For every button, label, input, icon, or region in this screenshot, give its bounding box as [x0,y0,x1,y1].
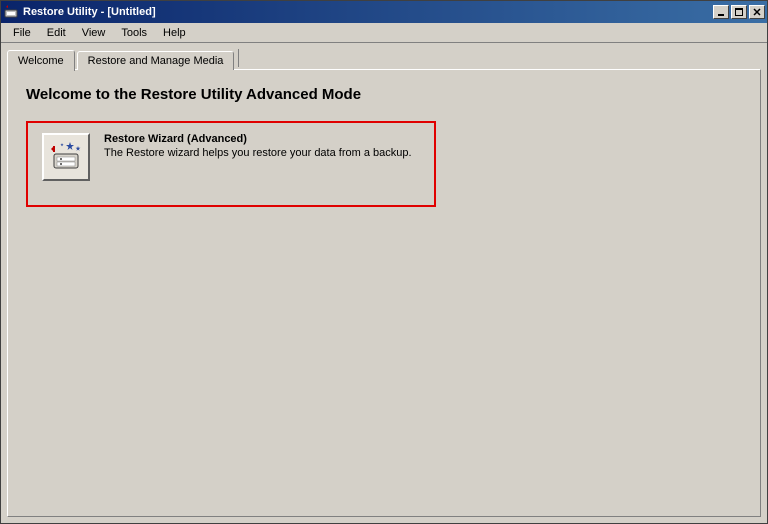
restore-wizard-icon [48,138,84,177]
menu-file[interactable]: File [5,25,39,41]
tab-panel-welcome: Welcome to the Restore Utility Advanced … [7,69,761,517]
tabstrip: Welcome Restore and Manage Media [7,47,761,69]
tab-restore-manage-media[interactable]: Restore and Manage Media [77,51,235,70]
menu-help[interactable]: Help [155,25,194,41]
close-button[interactable] [749,5,765,19]
menu-edit[interactable]: Edit [39,25,74,41]
wizard-description: The Restore wizard helps you restore you… [104,147,420,159]
highlight-annotation: Restore Wizard (Advanced) The Restore wi… [26,121,436,207]
app-icon [3,4,19,20]
titlebar: Restore Utility - [Untitled] [1,1,767,23]
page-heading: Welcome to the Restore Utility Advanced … [26,86,742,103]
tab-separator [238,49,239,67]
wizard-text-block: Restore Wizard (Advanced) The Restore wi… [104,133,420,159]
client-area: Welcome Restore and Manage Media Welcome… [1,43,767,523]
menu-tools[interactable]: Tools [113,25,155,41]
app-window: Restore Utility - [Untitled] File Edit V… [0,0,768,524]
minimize-button[interactable] [713,5,729,19]
maximize-button[interactable] [731,5,747,19]
tab-welcome[interactable]: Welcome [7,50,75,71]
window-controls [713,5,765,19]
menu-view[interactable]: View [74,25,114,41]
wizard-title: Restore Wizard (Advanced) [104,133,420,145]
window-title: Restore Utility - [Untitled] [23,6,713,18]
menubar: File Edit View Tools Help [1,23,767,43]
restore-wizard-button[interactable] [42,133,90,181]
